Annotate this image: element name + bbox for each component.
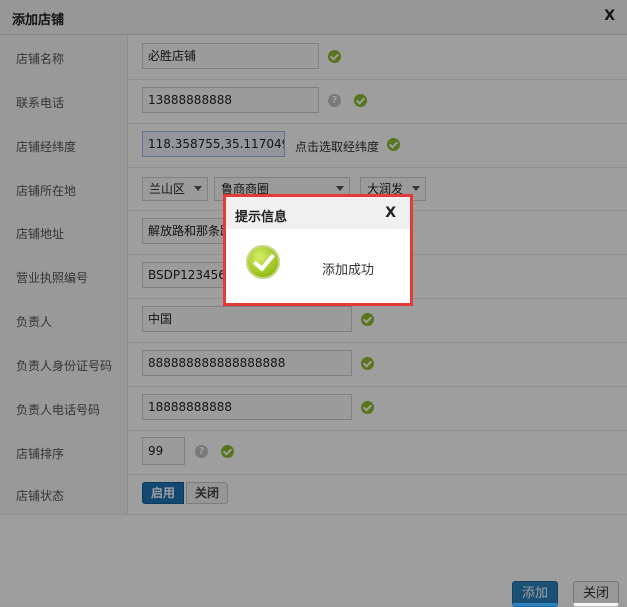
alert-popup: 提示信息 X 添加成功 — [223, 194, 413, 306]
popup-title: 提示信息 — [235, 210, 288, 225]
popup-header: 提示信息 X — [226, 197, 410, 229]
success-check-icon — [246, 245, 280, 279]
popup-message: 添加成功 — [322, 263, 375, 278]
popup-close-button[interactable]: X — [385, 205, 396, 221]
